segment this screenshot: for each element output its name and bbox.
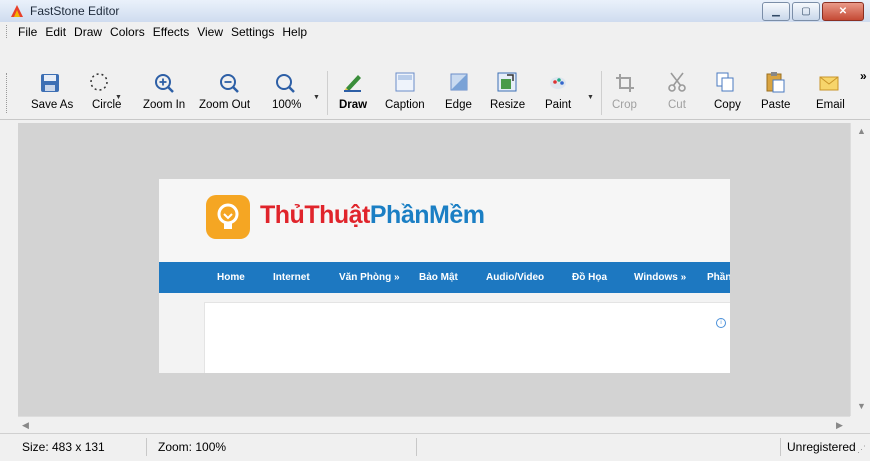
save-as-button[interactable]: Save As — [31, 99, 73, 111]
cut-button[interactable]: Cut — [668, 99, 686, 111]
resize-button[interactable]: Resize — [490, 99, 525, 111]
circle-button[interactable]: Circle — [92, 99, 121, 111]
toolbar-separator — [601, 71, 602, 115]
zoom-out-icon[interactable] — [218, 72, 240, 94]
edge-button[interactable]: Edge — [445, 99, 472, 111]
paint-dropdown-icon[interactable]: ▼ — [587, 94, 594, 101]
zoom-dropdown-icon[interactable]: ▼ — [313, 94, 320, 101]
minimize-button[interactable]: ▁ — [762, 2, 790, 21]
caption-button[interactable]: Caption — [385, 99, 425, 111]
status-zoom: Zoom: 100% — [158, 440, 227, 454]
circle-select-icon[interactable] — [88, 71, 110, 93]
copy-button[interactable]: Copy — [714, 99, 741, 111]
email-icon[interactable] — [818, 72, 840, 94]
nav-windows: Windows » — [634, 272, 687, 283]
paste-button[interactable]: Paste — [761, 99, 790, 111]
lightbulb-logo-icon — [206, 195, 250, 239]
site-content-box — [204, 302, 730, 373]
status-registration: Unregistered — [787, 440, 856, 454]
nav-bao-mat: Bảo Mật — [419, 272, 458, 283]
nav-home: Home — [217, 272, 245, 283]
edge-icon[interactable] — [448, 71, 470, 93]
caption-icon[interactable] — [394, 71, 416, 93]
close-button[interactable]: ✕ — [822, 2, 864, 21]
paint-icon[interactable] — [547, 71, 569, 93]
menu-colors[interactable]: Colors — [106, 24, 149, 40]
menu-bar: File Edit Draw Colors Effects View Setti… — [0, 22, 870, 41]
nav-audio-video: Audio/Video — [486, 272, 545, 283]
nav-internet: Internet — [273, 272, 310, 283]
scroll-corner — [850, 416, 869, 433]
status-separator — [146, 438, 147, 456]
zoom-100-button[interactable]: 100% — [272, 99, 301, 111]
zoom-100-icon[interactable] — [274, 72, 296, 94]
status-separator — [780, 438, 781, 456]
site-logo-text: ThủThuậtPhầnMềm — [260, 201, 485, 230]
zoom-out-button[interactable]: Zoom Out — [199, 99, 250, 111]
logo-text-thu: Thủ — [260, 201, 305, 229]
scroll-up-icon[interactable]: ▲ — [857, 126, 866, 136]
toolbar-separator — [327, 71, 328, 115]
window-title: FastStone Editor — [30, 4, 120, 18]
horizontal-scrollbar[interactable]: ◀ ▶ — [18, 416, 850, 434]
draw-button[interactable]: Draw — [339, 99, 367, 111]
save-icon[interactable] — [40, 73, 60, 93]
draw-icon[interactable] — [342, 71, 364, 93]
resize-icon[interactable] — [496, 71, 518, 93]
email-button[interactable]: Email — [816, 99, 845, 111]
status-bar: Size: 483 x 131 Zoom: 100% Unregistered … — [0, 433, 870, 461]
copy-icon[interactable] — [714, 71, 736, 93]
toolbar: Save As ▼ Circle Zoom In Zoom Out ▼ 100%… — [0, 41, 870, 120]
nav-do-hoa: Đồ Họa — [572, 272, 607, 283]
captured-image[interactable]: ThủThuậtPhầnMềm Home Internet Văn Phòng … — [159, 179, 730, 373]
logo-text-thuat: Thuật — [304, 201, 370, 229]
menu-settings[interactable]: Settings — [227, 24, 278, 40]
info-icon: i — [716, 318, 726, 328]
zoom-in-icon[interactable] — [153, 72, 175, 94]
logo-text-phanmem: PhầnMềm — [369, 201, 485, 229]
paint-button[interactable]: Paint — [545, 99, 571, 111]
crop-button[interactable]: Crop — [612, 99, 637, 111]
zoom-in-button[interactable]: Zoom In — [143, 99, 185, 111]
crop-icon[interactable] — [614, 72, 636, 94]
menu-view[interactable]: View — [193, 24, 227, 40]
faststone-app-icon — [11, 5, 23, 17]
cut-icon[interactable] — [666, 71, 688, 93]
maximize-button[interactable]: ▢ — [792, 2, 820, 21]
menu-edit[interactable]: Edit — [41, 24, 70, 40]
toolbar-overflow-icon[interactable]: » — [860, 69, 867, 83]
paste-icon[interactable] — [764, 71, 786, 93]
resize-grip-icon[interactable]: ⋰ — [857, 444, 866, 455]
site-nav: Home Internet Văn Phòng » Bảo Mật Audio/… — [159, 262, 730, 293]
menu-help[interactable]: Help — [278, 24, 311, 40]
status-separator — [416, 438, 417, 456]
nav-phan: Phần — [707, 272, 730, 283]
scroll-right-icon[interactable]: ▶ — [836, 420, 843, 431]
title-bar: FastStone Editor ▁ ▢ ✕ — [0, 0, 870, 23]
scroll-left-icon[interactable]: ◀ — [22, 420, 29, 431]
menu-grip — [6, 25, 9, 38]
scroll-down-icon[interactable]: ▼ — [857, 401, 866, 411]
toolbar-grip — [6, 73, 9, 113]
menu-draw[interactable]: Draw — [70, 24, 106, 40]
status-size: Size: 483 x 131 — [22, 440, 105, 454]
menu-file[interactable]: File — [14, 24, 41, 40]
menu-effects[interactable]: Effects — [149, 24, 193, 40]
vertical-scrollbar[interactable]: ▲ ▼ — [850, 123, 870, 416]
nav-van-phong: Văn Phòng » — [339, 272, 400, 283]
